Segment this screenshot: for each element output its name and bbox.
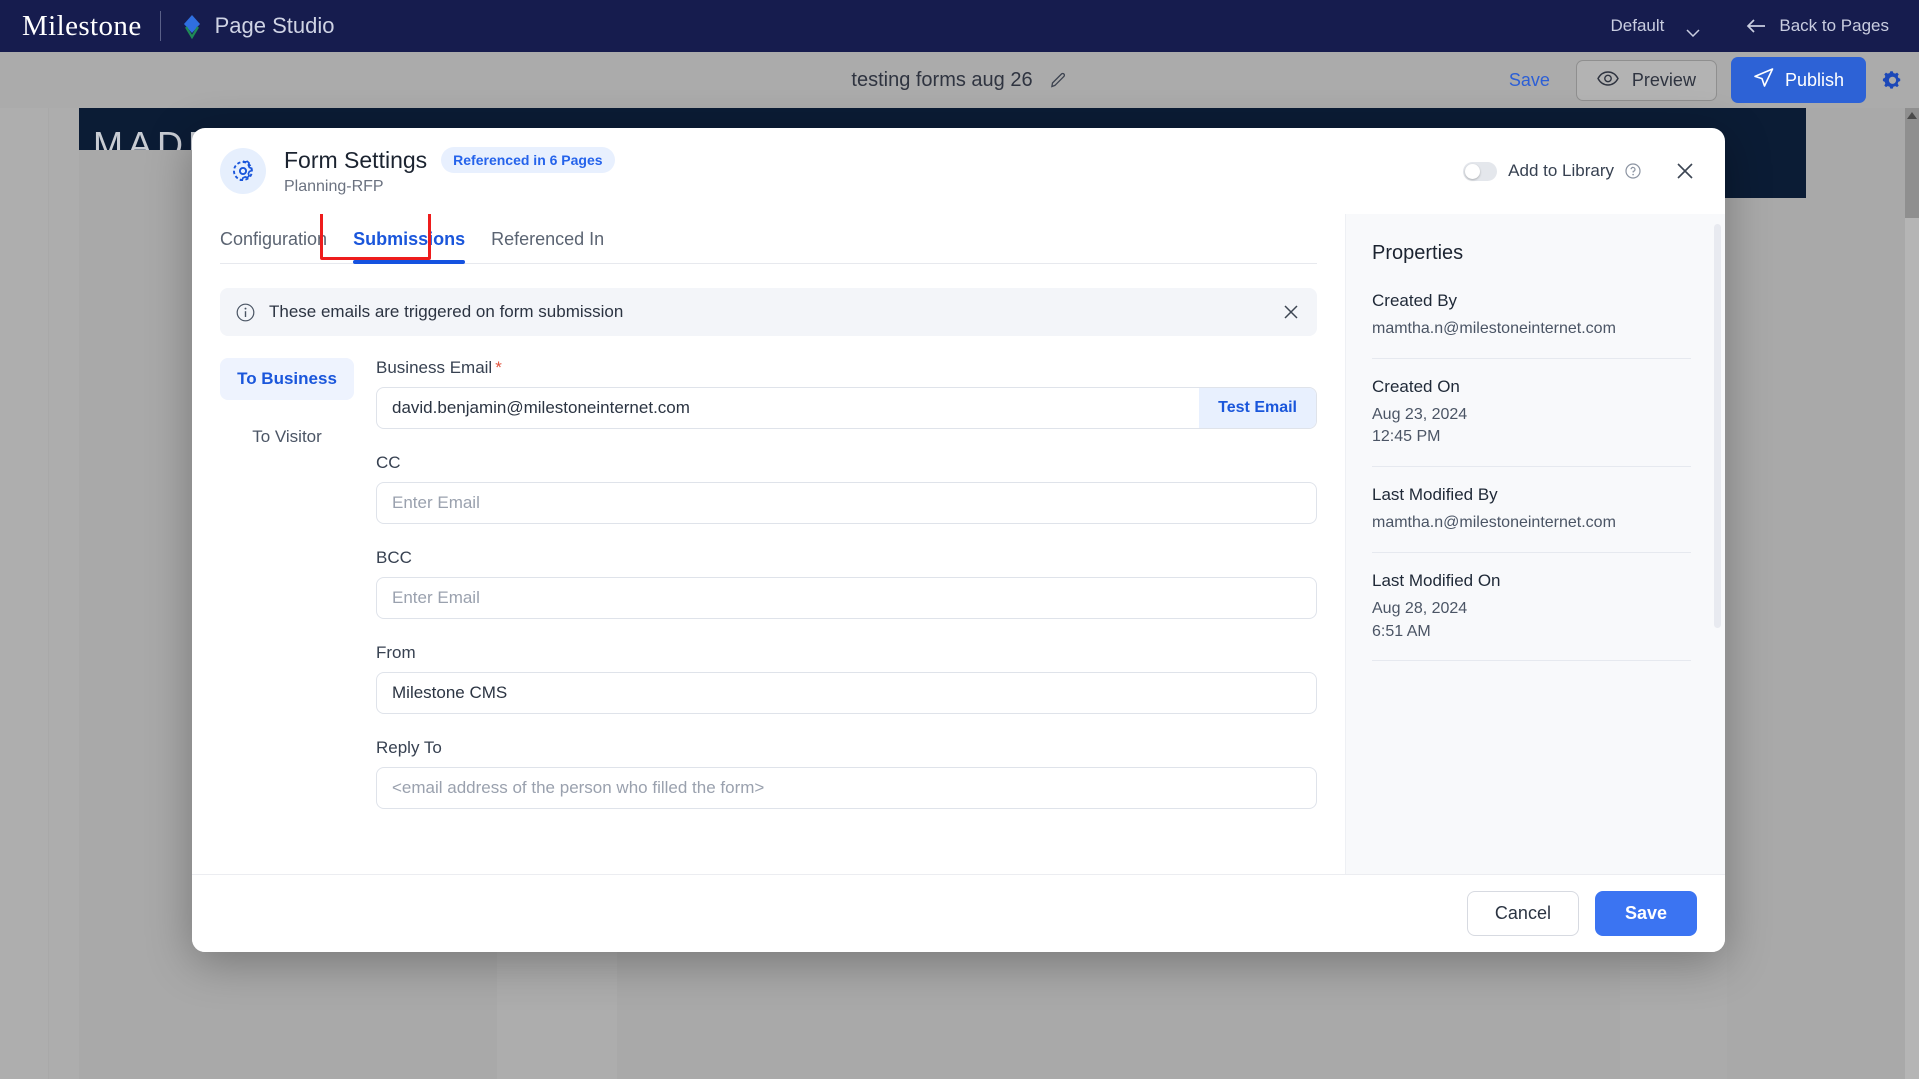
business-email-label-row: Business Email * (376, 358, 1317, 378)
property-created-by: Created By mamtha.n@milestoneinternet.co… (1372, 291, 1691, 359)
required-asterisk: * (495, 358, 502, 377)
cc-label-row: CC (376, 453, 1317, 473)
add-to-library-group: Add to Library (1463, 161, 1641, 181)
form-settings-modal: Form Settings Referenced in 6 Pages Plan… (192, 128, 1725, 952)
bcc-label: BCC (376, 548, 412, 567)
modal-main-pane: Configuration Submissions Referenced In … (192, 214, 1345, 874)
add-to-library-toggle[interactable] (1463, 161, 1498, 181)
properties-scrollbar[interactable] (1714, 224, 1721, 628)
help-question-icon[interactable] (1625, 163, 1641, 179)
modal-tabs: Configuration Submissions Referenced In (220, 214, 1317, 264)
from-label: From (376, 643, 416, 662)
modal-header-text: Form Settings Referenced in 6 Pages Plan… (284, 147, 615, 196)
cancel-button[interactable]: Cancel (1466, 891, 1579, 936)
email-fields-column: Business Email * david.benjamin@mileston… (354, 358, 1345, 833)
created-by-label: Created By (1372, 291, 1458, 310)
field-from: From Milestone CMS (376, 643, 1317, 714)
property-last-modified-by: Last Modified By mamtha.n@milestoneinter… (1372, 485, 1691, 553)
add-to-library-label: Add to Library (1508, 161, 1614, 180)
from-label-row: From (376, 643, 1317, 663)
reply-to-label: Reply To (376, 738, 442, 757)
info-circle-icon (236, 303, 255, 322)
last-modified-by-value: mamtha.n@milestoneinternet.com (1372, 514, 1616, 532)
notice-close-icon[interactable] (1283, 304, 1299, 320)
tab-submissions[interactable]: Submissions (339, 229, 477, 264)
reply-to-label-row: Reply To (376, 738, 1317, 758)
referenced-pages-badge: Referenced in 6 Pages (441, 147, 615, 173)
business-email-input-wrap[interactable]: david.benjamin@milestoneinternet.com Tes… (376, 387, 1317, 429)
bcc-input[interactable]: Enter Email (377, 588, 1316, 608)
field-business-email: Business Email * david.benjamin@mileston… (376, 358, 1317, 429)
notice-text: These emails are triggered on form submi… (269, 302, 624, 321)
modal-title-row: Form Settings Referenced in 6 Pages (284, 147, 615, 174)
bcc-input-wrap[interactable]: Enter Email (376, 577, 1317, 619)
business-email-label: Business Email (376, 358, 493, 377)
form-settings-gear-icon (220, 148, 266, 194)
last-modified-by-label: Last Modified By (1372, 485, 1498, 505)
created-by-value: mamtha.n@milestoneinternet.com (1372, 320, 1616, 337)
modal-subtitle: Planning-RFP (284, 177, 384, 195)
last-modified-on-label: Last Modified On (1372, 570, 1501, 590)
test-email-button[interactable]: Test Email (1199, 388, 1316, 428)
modal-body: Configuration Submissions Referenced In … (192, 214, 1725, 874)
properties-title: Properties (1372, 242, 1464, 264)
recipient-segment-list: To Business To Visitor (220, 358, 354, 833)
segment-to-business[interactable]: To Business (220, 358, 354, 400)
field-bcc: BCC Enter Email (376, 548, 1317, 619)
submission-notice-banner: These emails are triggered on form submi… (220, 288, 1317, 336)
created-on-label: Created On (1372, 376, 1460, 396)
submissions-panes: To Business To Visitor Business Email * … (220, 358, 1345, 833)
property-created-on: Created On Aug 23, 2024 12:45 PM (1372, 376, 1691, 468)
modal-title: Form Settings (284, 146, 428, 173)
cc-input[interactable]: Enter Email (377, 493, 1316, 513)
cc-label: CC (376, 453, 401, 472)
created-on-value: Aug 23, 2024 12:45 PM (1372, 405, 1468, 446)
properties-panel: Properties Created By mamtha.n@milestone… (1345, 214, 1725, 874)
from-input-wrap[interactable]: Milestone CMS (376, 672, 1317, 714)
last-modified-on-value: Aug 28, 2024 6:51 AM (1372, 599, 1468, 640)
cc-input-wrap[interactable]: Enter Email (376, 482, 1317, 524)
from-input[interactable]: Milestone CMS (377, 683, 1316, 703)
save-button[interactable]: Save (1594, 891, 1697, 936)
toggle-knob (1465, 163, 1481, 179)
tab-referenced-in[interactable]: Referenced In (477, 229, 616, 263)
reply-to-input[interactable]: <email address of the person who filled … (377, 778, 1316, 798)
tab-configuration[interactable]: Configuration (220, 229, 339, 263)
modal-header: Form Settings Referenced in 6 Pages Plan… (192, 128, 1725, 214)
field-reply-to: Reply To <email address of the person wh… (376, 738, 1317, 809)
property-last-modified-on: Last Modified On Aug 28, 2024 6:51 AM (1372, 570, 1691, 662)
reply-to-input-wrap[interactable]: <email address of the person who filled … (376, 767, 1317, 809)
segment-to-visitor[interactable]: To Visitor (220, 416, 354, 458)
bcc-label-row: BCC (376, 548, 1317, 568)
modal-close-icon[interactable] (1675, 161, 1695, 181)
business-email-input[interactable]: david.benjamin@milestoneinternet.com (377, 398, 1199, 418)
modal-footer: Cancel Save (192, 874, 1725, 952)
field-cc: CC Enter Email (376, 453, 1317, 524)
